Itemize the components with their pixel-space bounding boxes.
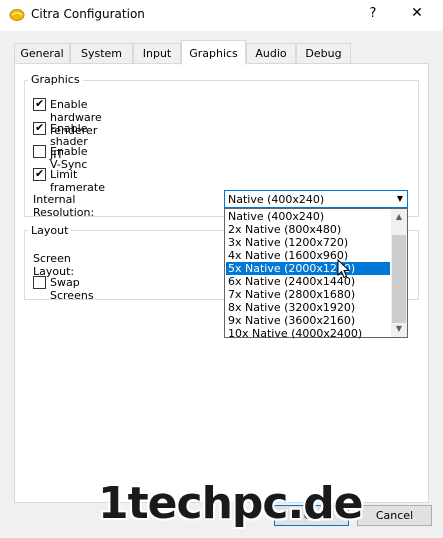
tab-audio[interactable]: Audio xyxy=(246,43,296,63)
tab-general[interactable]: General xyxy=(14,43,70,63)
limit-framerate-checkbox[interactable]: ✔ xyxy=(33,167,46,181)
chevron-down-icon: ▼ xyxy=(396,194,403,203)
resolution-option[interactable]: 9x Native (3600x2160) xyxy=(226,314,390,327)
scrollbar-thumb[interactable] xyxy=(392,235,406,323)
dropdown-scrollbar[interactable]: ▲ ▼ xyxy=(391,209,407,337)
tab-graphics[interactable]: Graphics xyxy=(181,40,246,65)
resolution-option[interactable]: Native (400x240) xyxy=(226,210,390,223)
citra-app-icon xyxy=(9,8,25,22)
mouse-pointer-icon xyxy=(337,258,351,282)
tab-input[interactable]: Input xyxy=(133,43,181,63)
window-title: Citra Configuration xyxy=(31,7,145,21)
vsync-checkbox[interactable] xyxy=(33,145,46,158)
internal-resolution-select[interactable]: Native (400x240) ▼ xyxy=(224,190,408,208)
tab-system[interactable]: System xyxy=(70,43,133,63)
resolution-option-highlighted[interactable]: 5x Native (2000x1200) xyxy=(226,262,390,275)
screen-layout-label: Screen Layout: xyxy=(33,252,75,278)
resolution-option[interactable]: 2x Native (800x480) xyxy=(226,223,390,236)
cancel-button[interactable]: Cancel xyxy=(357,505,432,526)
swap-screens-label: Swap Screens xyxy=(50,276,94,302)
help-button[interactable]: ? xyxy=(366,6,380,24)
check-icon: ✔ xyxy=(35,97,45,110)
hardware-renderer-checkbox[interactable]: ✔ xyxy=(33,97,46,111)
resolution-option[interactable]: 10x Native (4000x2400) xyxy=(226,327,390,340)
check-icon: ✔ xyxy=(35,121,45,134)
scroll-down-icon[interactable]: ▼ xyxy=(391,321,407,337)
tab-debug[interactable]: Debug xyxy=(296,43,351,63)
limit-framerate-label: Limit framerate xyxy=(50,168,105,194)
resolution-option[interactable]: 6x Native (2400x1440) xyxy=(226,275,390,288)
internal-resolution-label: Internal Resolution: xyxy=(33,193,95,219)
resolution-option[interactable]: 8x Native (3200x1920) xyxy=(226,301,390,314)
layout-group-title: Layout xyxy=(28,224,72,237)
scroll-up-icon[interactable]: ▲ xyxy=(391,209,407,225)
resolution-dropdown-list[interactable]: Native (400x240) 2x Native (800x480) 3x … xyxy=(224,208,408,340)
graphics-group-title: Graphics xyxy=(28,73,83,86)
check-icon: ✔ xyxy=(35,167,45,180)
close-button[interactable]: ✕ xyxy=(407,5,427,25)
watermark-text: 1techpc.de xyxy=(98,478,364,529)
internal-resolution-value: Native (400x240) xyxy=(228,193,325,206)
shader-jit-checkbox[interactable]: ✔ xyxy=(33,121,46,135)
resolution-option[interactable]: 4x Native (1600x960) xyxy=(226,249,390,262)
resolution-option[interactable]: 7x Native (2800x1680) xyxy=(226,288,390,301)
swap-screens-checkbox[interactable] xyxy=(33,276,46,289)
resolution-option[interactable]: 3x Native (1200x720) xyxy=(226,236,390,249)
